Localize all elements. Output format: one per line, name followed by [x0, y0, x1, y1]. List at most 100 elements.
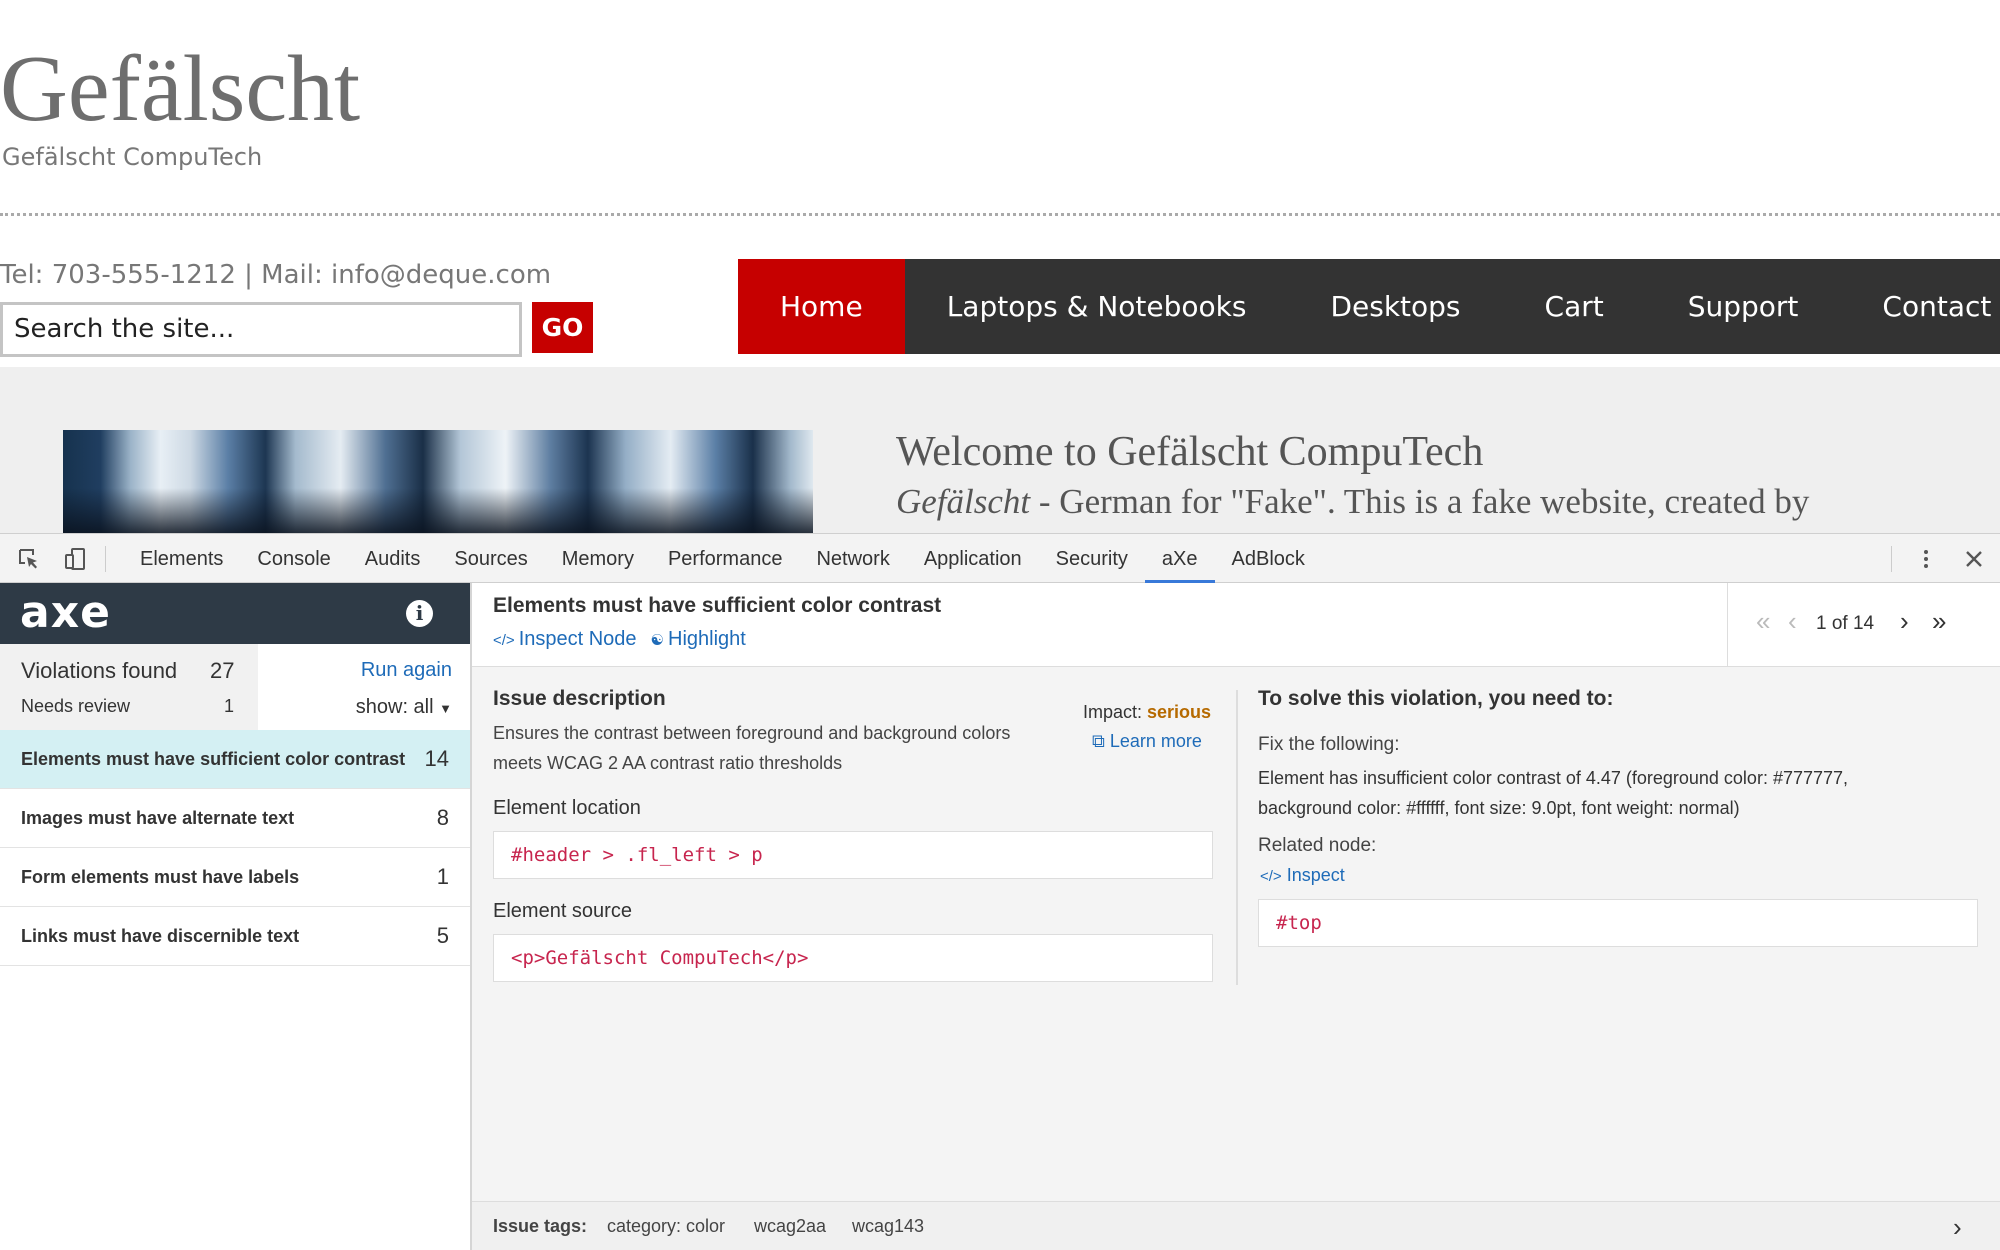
inspect-element-icon[interactable]: [17, 547, 41, 571]
tab-console[interactable]: Console: [240, 534, 347, 583]
violations-count: 27: [210, 658, 235, 683]
issue-tag: wcag2aa: [754, 1216, 827, 1236]
prev-page-icon[interactable]: ‹: [1788, 606, 1797, 637]
issue-label: Elements must have sufficient color cont…: [21, 748, 406, 769]
site-subtitle: Gefälscht CompuTech: [2, 143, 263, 171]
issue-tags-label: Issue tags:: [493, 1216, 588, 1236]
axe-header: axe i: [0, 583, 470, 644]
issue-pager: « ‹ 1 of 14 › »: [1727, 583, 2000, 667]
nav-item-laptops[interactable]: Laptops & Notebooks: [905, 259, 1289, 354]
nav-item-desktops[interactable]: Desktops: [1288, 259, 1502, 354]
tab-elements[interactable]: Elements: [123, 534, 240, 583]
chevron-right-icon[interactable]: ›: [1953, 1212, 1962, 1243]
last-page-icon[interactable]: »: [1932, 606, 1946, 637]
search-go-button[interactable]: GO: [532, 302, 593, 353]
show-filter-label: show: all: [355, 696, 434, 718]
inspect-node-link[interactable]: </> Inspect Node: [493, 628, 637, 651]
issue-item[interactable]: Links must have discernible text 5: [0, 907, 470, 966]
summary-counts: Violations found 27 Needs review 1: [0, 644, 258, 730]
devtools-tabs: Elements Console Audits Sources Memory P…: [123, 534, 1322, 583]
issue-tag: wcag143: [852, 1216, 925, 1236]
device-toggle-icon[interactable]: [63, 547, 87, 571]
site-title: Gefälscht: [0, 37, 361, 141]
learn-more-link[interactable]: ⧉ Learn more: [1092, 731, 1202, 752]
tab-audits[interactable]: Audits: [348, 534, 438, 583]
tab-memory[interactable]: Memory: [545, 534, 651, 583]
caret-down-icon: ▼: [439, 701, 452, 716]
element-location-code[interactable]: #header > .fl_left > p: [493, 831, 1213, 879]
element-source-code[interactable]: <p>Gefälscht CompuTech</p>: [493, 934, 1213, 982]
inspect-related-link[interactable]: </> Inspect: [1260, 865, 1345, 886]
issue-label: Links must have discernible text: [21, 925, 300, 946]
highlight-label: Highlight: [668, 628, 746, 650]
welcome-heading: Welcome to Gefälscht CompuTech: [896, 429, 1484, 475]
next-page-icon[interactable]: ›: [1900, 606, 1909, 637]
toolbar-separator: [1891, 546, 1892, 572]
inspect-label: Inspect: [1286, 865, 1345, 885]
violations-summary: Violations found 27 Needs review 1 Run a…: [0, 644, 470, 730]
external-link-icon: ⧉: [1092, 731, 1105, 751]
issue-tag: category: color: [607, 1216, 726, 1236]
impact-indicator: Impact: serious: [1083, 702, 1211, 723]
rule-title: Elements must have sufficient color cont…: [493, 594, 942, 617]
needs-review-label: Needs review: [21, 696, 131, 716]
site-search-input[interactable]: Search the site...: [0, 302, 522, 357]
nav-item-contact[interactable]: Contact: [1840, 259, 2000, 354]
tab-security[interactable]: Security: [1039, 534, 1145, 583]
related-node-code[interactable]: #top: [1258, 899, 1978, 947]
pager-text: 1 of 14: [1816, 613, 1875, 634]
issue-count: 5: [436, 923, 449, 948]
tab-sources[interactable]: Sources: [437, 534, 544, 583]
needs-review-count: 1: [224, 696, 235, 716]
dotted-divider: [0, 213, 2000, 216]
tab-application[interactable]: Application: [907, 534, 1039, 583]
issue-item[interactable]: Images must have alternate text 8: [0, 789, 470, 848]
axe-logo: axe: [20, 587, 111, 638]
issue-label: Form elements must have labels: [21, 866, 300, 887]
highlight-link[interactable]: ☯ Highlight: [651, 628, 746, 651]
issue-description-heading: Issue description: [493, 687, 666, 710]
nav-item-cart[interactable]: Cart: [1503, 259, 1646, 354]
issue-item[interactable]: Elements must have sufficient color cont…: [0, 730, 470, 789]
issue-count: 1: [436, 864, 449, 889]
toolbar-separator: [105, 546, 106, 572]
tab-axe[interactable]: aXe: [1144, 534, 1215, 583]
axe-detail-panel: Elements must have sufficient color cont…: [472, 583, 2000, 1250]
code-icon: </>: [493, 632, 515, 649]
contact-info[interactable]: Tel: 703-555-1212 | Mail: info@deque.com: [0, 260, 551, 290]
impact-value: serious: [1147, 702, 1212, 722]
info-icon[interactable]: i: [406, 600, 433, 627]
element-location-label: Element location: [493, 797, 641, 819]
tab-adblock[interactable]: AdBlock: [1215, 534, 1322, 583]
nav-item-home[interactable]: Home: [738, 259, 905, 354]
issue-description-text: Ensures the contrast between foreground …: [493, 723, 1011, 773]
violations-found-label: Violations found: [21, 658, 178, 683]
run-again-button[interactable]: Run again: [361, 659, 452, 682]
tab-network[interactable]: Network: [799, 534, 906, 583]
related-node-label: Related node:: [1258, 835, 1377, 856]
tab-performance[interactable]: Performance: [651, 534, 800, 583]
hero-banner-image: [63, 430, 813, 533]
welcome-text: Gefälscht - German for "Fake". This is a…: [896, 482, 1809, 522]
rule-header: Elements must have sufficient color cont…: [472, 583, 2000, 667]
close-icon[interactable]: [1962, 547, 1986, 571]
show-filter-dropdown[interactable]: show: all ▼: [356, 696, 452, 719]
rule-actions: </> Inspect Node ☯ Highlight: [493, 628, 746, 651]
fix-text: Element has insufficient color contrast …: [1258, 768, 1849, 818]
issue-item[interactable]: Form elements must have labels 1: [0, 848, 470, 907]
issue-list: Elements must have sufficient color cont…: [0, 730, 470, 966]
welcome-emphasis: Gefälscht: [896, 482, 1031, 521]
main-navigation: Home Laptops & Notebooks Desktops Cart S…: [738, 259, 2000, 354]
website-viewport: Gefälscht Gefälscht CompuTech Tel: 703-5…: [0, 0, 2000, 533]
column-divider: [1236, 690, 1238, 985]
nav-item-support[interactable]: Support: [1646, 259, 1841, 354]
highlight-icon: ☯: [650, 632, 664, 649]
issue-count: 8: [436, 805, 449, 830]
issue-label: Images must have alternate text: [21, 807, 295, 828]
inspect-node-label: Inspect Node: [518, 628, 637, 650]
impact-label: Impact:: [1083, 702, 1148, 722]
welcome-text-rest: - German for "Fake". This is a fake webs…: [1030, 482, 1810, 521]
more-vert-icon[interactable]: [1914, 547, 1938, 571]
first-page-icon[interactable]: «: [1756, 606, 1770, 637]
issue-count: 14: [424, 746, 449, 771]
